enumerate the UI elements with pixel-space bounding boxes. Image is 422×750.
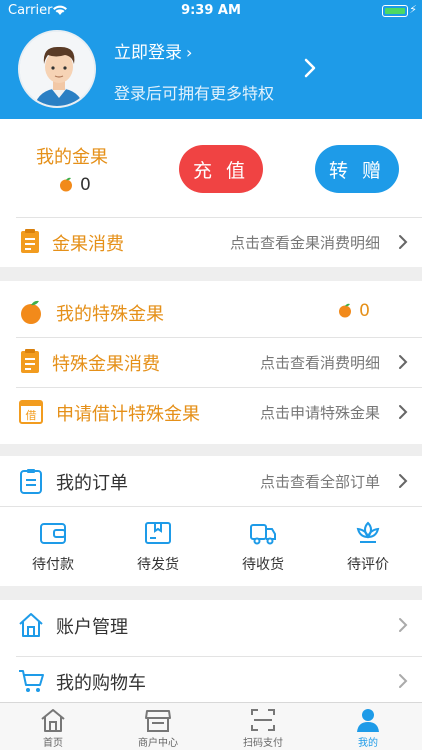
chevron-right-icon[interactable] [398,473,408,493]
gift-button[interactable]: 转 赠 [315,145,399,193]
lotus-icon [356,521,380,543]
account-management-label[interactable]: 账户管理 [56,613,128,639]
gold-fruit-icon [17,298,45,326]
charging-icon: ⚡ [409,3,417,16]
wallet-icon [40,523,66,544]
status-label[interactable]: 待收货 [210,554,316,574]
special-gold-row: 我的特殊金果 0 [0,287,422,337]
account-management-row[interactable]: 账户管理 [0,600,422,650]
chevron-right-icon: › [186,43,193,62]
gold-count: 0 [58,175,91,197]
gold-fruit-icon [58,176,74,197]
shopping-cart-label[interactable]: 我的购物车 [56,669,146,695]
gold-consumption-label[interactable]: 金果消费 [52,230,124,256]
house-icon [17,611,45,639]
gold-count-value: 0 [80,175,91,195]
truck-icon [250,524,276,545]
borrow-special-gold-label[interactable]: 申请借计特殊金果 [56,400,200,426]
status-time: 9:39 AM [181,3,241,18]
my-orders-label[interactable]: 我的订单 [56,469,128,495]
recharge-button[interactable]: 充 值 [179,145,263,193]
special-consumption-row[interactable]: 特殊金果消费 点击查看消费明细 [0,337,422,387]
special-consumption-hint[interactable]: 点击查看消费明细 [260,352,380,373]
chevron-right-icon[interactable] [304,58,316,82]
home-icon [41,709,65,732]
login-label[interactable]: 立即登录 [114,43,182,63]
tab-label[interactable]: 商户中心 [105,734,211,749]
login-link[interactable]: 立即登录 › [114,38,192,63]
special-gold-title: 我的特殊金果 [56,304,164,325]
tab-scan-pay[interactable]: 扫码支付 [210,703,316,750]
special-gold-count-value: 0 [359,301,370,321]
status-label[interactable]: 待评价 [315,554,421,574]
shop-icon [145,710,171,732]
tab-label[interactable]: 首页 [0,734,106,749]
special-gold-section: 我的特殊金果 0 特殊金果消费 点击查看消费明细 借 申请借计特殊金果 点击申请… [0,281,422,444]
tab-merchant-center[interactable]: 商户中心 [105,703,211,750]
status-label[interactable]: 待发货 [105,554,211,574]
login-subtitle: 登录后可拥有更多特权 [114,84,275,103]
chevron-right-icon[interactable] [398,673,408,693]
gold-fruit-icon [337,302,353,323]
person-icon [357,709,379,732]
borrow-icon: 借 [17,398,45,426]
package-icon [145,522,171,544]
status-bar: Carrier 9:39 AM ⚡ [0,0,422,22]
orders-section: 我的订单 点击查看全部订单 待付款 待发货 待收货 待评价 [0,456,422,586]
account-section: 账户管理 我的购物车 [0,600,422,702]
tab-mine[interactable]: 我的 [315,703,421,750]
borrow-special-gold-hint[interactable]: 点击申请特殊金果 [260,402,380,423]
clipboard-icon [17,467,45,495]
gold-consumption-row[interactable]: 金果消费 点击查看金果消费明细 [0,217,422,267]
my-orders-hint[interactable]: 点击查看全部订单 [260,471,380,492]
chevron-right-icon[interactable] [398,354,408,374]
borrow-special-gold-row[interactable]: 借 申请借计特殊金果 点击申请特殊金果 [0,387,422,437]
svg-text:借: 借 [26,409,37,422]
cart-icon [17,667,45,695]
my-orders-row[interactable]: 我的订单 点击查看全部订单 [0,456,422,506]
chevron-right-icon[interactable] [398,617,408,637]
order-status-bar: 待付款 待发货 待收货 待评价 [0,506,422,586]
scan-icon [251,709,275,731]
status-pending-shipment[interactable]: 待发货 [105,516,211,582]
status-pending-review[interactable]: 待评价 [315,516,421,582]
status-label[interactable]: 待付款 [0,554,106,574]
profile-header[interactable]: 立即登录 › 登录后可拥有更多特权 [0,22,422,119]
status-pending-payment[interactable]: 待付款 [0,516,106,582]
battery-icon [382,5,408,17]
tab-label[interactable]: 扫码支付 [210,734,316,749]
chevron-right-icon[interactable] [398,234,408,254]
status-pending-receipt[interactable]: 待收货 [210,516,316,582]
receipt-icon [17,348,45,376]
gold-section: 我的金果 0 充 值 转 赠 金果消费 点击查看金果消费明细 [0,119,422,267]
shopping-cart-row[interactable]: 我的购物车 [0,656,422,706]
receipt-icon [17,228,45,256]
tab-home[interactable]: 首页 [0,703,106,750]
tab-label[interactable]: 我的 [315,734,421,749]
chevron-right-icon[interactable] [398,404,408,424]
special-gold-count: 0 [337,301,370,323]
avatar[interactable] [18,30,96,108]
special-consumption-label[interactable]: 特殊金果消费 [52,350,160,376]
gold-consumption-hint[interactable]: 点击查看金果消费明细 [230,232,380,253]
gold-title: 我的金果 [36,147,108,168]
tab-bar: 首页 商户中心 扫码支付 我的 [0,702,422,750]
